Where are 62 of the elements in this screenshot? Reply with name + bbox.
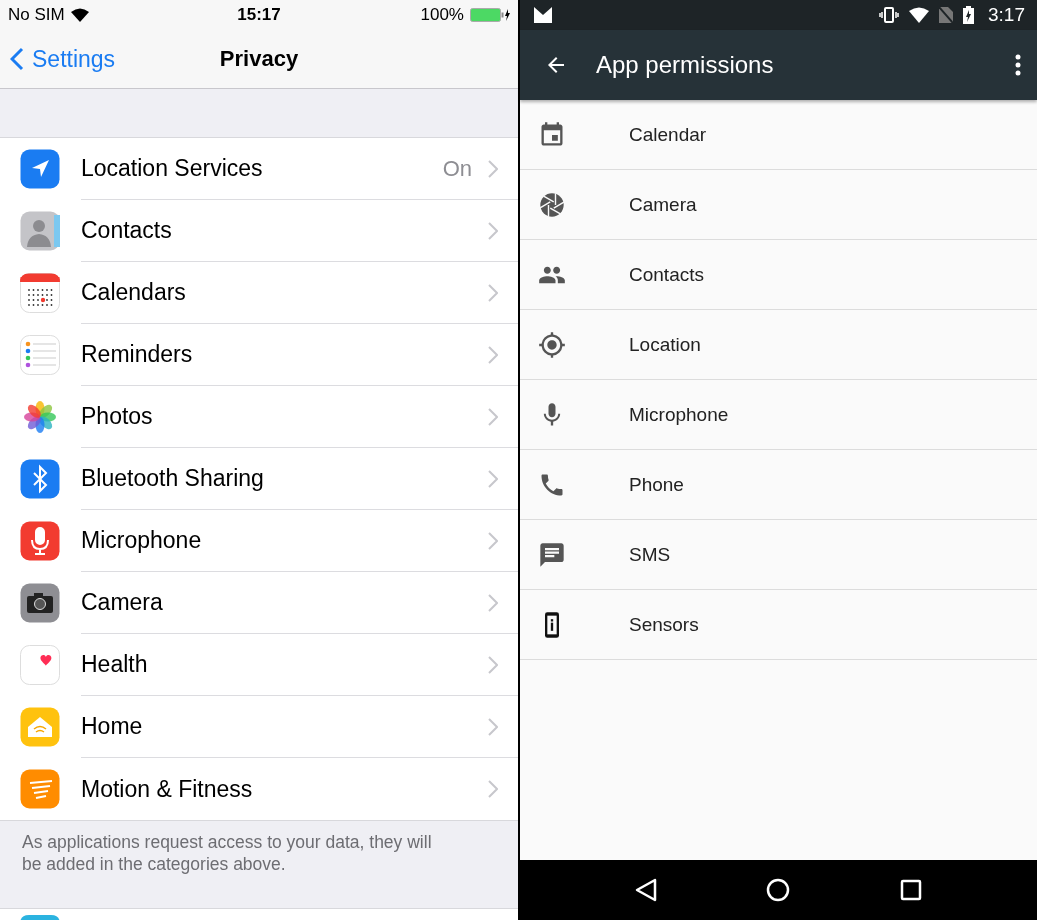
footer-note: As applications request access to your data, they will be added in the categories above. [21,831,433,876]
permission-row[interactable]: Phone [520,450,1037,520]
back-button[interactable]: Settings [0,45,126,73]
chevron-icon [488,655,498,674]
chevron-icon [488,345,498,364]
vibrate-icon [879,7,899,23]
microphone-icon [20,521,60,561]
camera-icon [20,583,60,623]
permission-row[interactable]: Microphone [520,380,1037,450]
more-menu-icon[interactable] [1015,54,1021,76]
page-title: Privacy [219,46,299,72]
settings-row[interactable]: Microphone [0,510,518,572]
gmail-icon [534,7,552,23]
chevron-icon [488,780,498,798]
settings-row[interactable]: Photos [0,386,518,448]
calendar-icon [20,273,60,313]
toolbar-title: App permissions [596,51,775,79]
house-icon [20,707,60,747]
settings-row[interactable]: Health [0,634,518,696]
chevron-icon [488,283,498,302]
permission-row[interactable]: Contacts [520,240,1037,310]
chevron-icon [488,531,498,550]
battery-charging-icon [963,6,974,24]
permission-row[interactable]: Calendar [520,100,1037,170]
contacts-icon [20,211,60,251]
list-icon [20,335,60,375]
carrier-text: No SIM [8,5,65,25]
settings-row[interactable]: Location Services On [0,138,518,200]
battery-percent: 100% [420,5,464,25]
permission-row[interactable]: Camera [520,170,1037,240]
back-chevron-icon [10,47,24,71]
chevron-icon [488,221,498,240]
settings-row[interactable]: Motion & Fitness [0,758,518,820]
settings-row[interactable]: Contacts [0,200,518,262]
battery-charging-icon [470,8,510,22]
settings-row[interactable]: Reminders [0,324,518,386]
home-nav-icon[interactable] [766,878,791,902]
permission-row[interactable]: SMS [520,520,1037,590]
location-target-icon [538,330,566,359]
bluetooth-icon [20,459,60,499]
chevron-icon [488,717,498,736]
wifi-icon [70,8,89,22]
chevron-icon [488,593,498,612]
motion-lines-icon [20,769,60,809]
chevron-icon [488,159,498,178]
settings-row[interactable]: Bluetooth Sharing [0,448,518,510]
settings-row[interactable]: Calendars [0,262,518,324]
row-value: On [442,155,472,182]
chevron-icon [488,407,498,426]
message-icon [538,540,566,569]
settings-row[interactable]: Home [0,696,518,758]
camera-aperture-icon [538,190,566,219]
permission-row[interactable]: Sensors [520,590,1037,660]
no-sim-icon [939,7,953,23]
settings-row[interactable]: Camera [0,572,518,634]
recents-nav-icon[interactable] [900,879,923,901]
chevron-icon [488,469,498,488]
permission-row[interactable]: Location [520,310,1037,380]
status-time: 15:17 [237,5,281,25]
wifi-icon [909,7,929,23]
status-time: 3:17 [988,4,1025,26]
back-nav-icon[interactable] [634,878,657,902]
